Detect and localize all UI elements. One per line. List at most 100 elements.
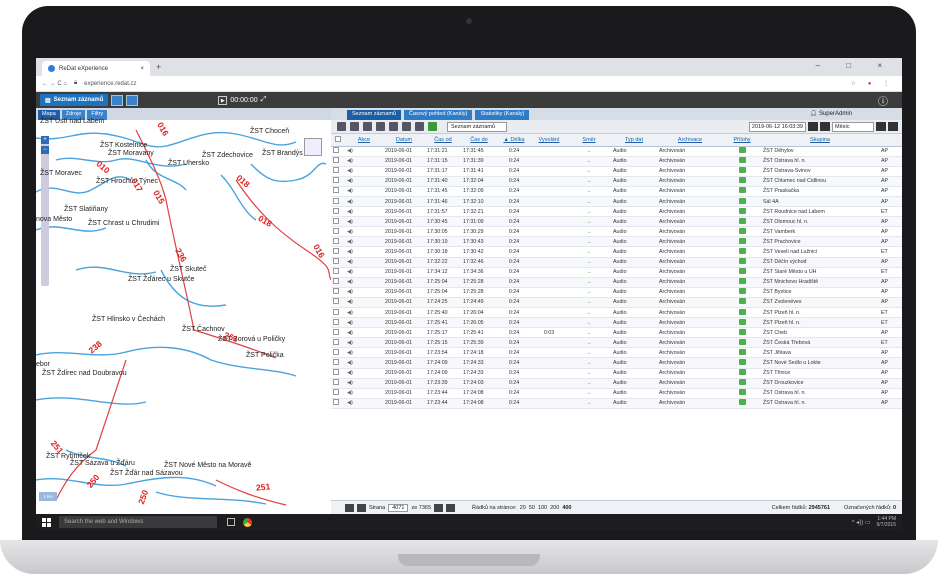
- table-row[interactable]: ◀) 2019-06-01 17:24:09 17:24:33 0:24 → Audio Ar…: [331, 368, 902, 379]
- row-checkbox[interactable]: [333, 379, 339, 386]
- table-row[interactable]: ◀) 2019-06-01 17:23:54 17:24:18 0:24 → Audio Ar…: [331, 347, 902, 359]
- attachment-icon[interactable]: [738, 147, 746, 154]
- select-all-checkbox[interactable]: [335, 135, 341, 142]
- cell-select[interactable]: [331, 357, 345, 369]
- cell-select[interactable]: [331, 378, 345, 389]
- taskbar-search[interactable]: Search the web and Windows: [59, 516, 217, 528]
- cell-select[interactable]: [331, 368, 345, 379]
- table-row[interactable]: ◀) 2019-06-01 17:31:57 17:32:21 0:24 → Audio Ar…: [331, 206, 902, 218]
- table-row[interactable]: ◀) 2019-06-01 17:25:04 17:25:28 0:24 → Audio Ar…: [331, 277, 902, 288]
- table-row[interactable]: ◀) 2019-06-01 17:32:22 17:32:46 0:24 → Audio Ar…: [331, 257, 902, 268]
- new-tab-button[interactable]: +: [156, 62, 161, 72]
- table-row[interactable]: ◀) 2019-06-01 17:31:45 17:32:09 0:24 → Audio Ar…: [331, 186, 902, 197]
- rows-option[interactable]: 200: [550, 505, 559, 511]
- cell-select[interactable]: [331, 297, 345, 309]
- cell-action[interactable]: ◀): [345, 216, 383, 228]
- table-row[interactable]: ◀) 2019-06-01 17:30:19 17:30:43 0:24 → Audio Ar…: [331, 236, 902, 248]
- table-row[interactable]: ◀) 2019-06-01 17:30:45 17:31:09 0:24 → Audio Ar…: [331, 216, 902, 228]
- prev-period-button[interactable]: [820, 121, 830, 131]
- cell-select[interactable]: [331, 317, 345, 329]
- print-icon[interactable]: [376, 122, 385, 131]
- attachment-icon[interactable]: [738, 278, 746, 285]
- next-page-button[interactable]: [434, 503, 444, 512]
- cell-action[interactable]: ◀): [345, 317, 383, 329]
- cell-select[interactable]: [331, 156, 345, 167]
- speaker-icon[interactable]: ◀): [347, 249, 353, 255]
- attachment-icon[interactable]: [738, 217, 746, 224]
- row-checkbox[interactable]: [333, 167, 339, 174]
- speaker-icon[interactable]: ◀): [347, 158, 353, 164]
- cell-action[interactable]: ◀): [345, 257, 383, 268]
- tab-close-icon[interactable]: ×: [140, 66, 144, 72]
- rows-option[interactable]: 50: [529, 505, 535, 511]
- attachment-icon[interactable]: [738, 338, 746, 345]
- speaker-icon[interactable]: ◀): [347, 219, 353, 225]
- cell-action[interactable]: ◀): [345, 327, 383, 339]
- attachment-icon[interactable]: [738, 328, 746, 335]
- cell-select[interactable]: [331, 327, 345, 339]
- table-row[interactable]: ◀) 2019-06-01 17:23:44 17:24:08 0:24 → Audio Ar…: [331, 398, 902, 409]
- row-checkbox[interactable]: [333, 328, 339, 335]
- table-row[interactable]: ◀) 2019-06-01 17:31:21 17:31:45 0:24 → Audio Ar…: [331, 146, 902, 157]
- cell-select[interactable]: [331, 146, 345, 157]
- cell-action[interactable]: ◀): [345, 166, 383, 177]
- map-canvas[interactable]: + − 1 km ŽST Ústí nad Labem ŽST Choceň Ž…: [36, 118, 331, 514]
- attachment-icon[interactable]: [738, 167, 746, 174]
- cell-action[interactable]: ◀): [345, 388, 383, 399]
- nav-buttons[interactable]: ← → C ⌂: [42, 81, 67, 87]
- speaker-icon[interactable]: ◀): [347, 199, 353, 205]
- col-header[interactable]: Směr: [567, 134, 611, 147]
- col-header[interactable]: Archivace: [657, 134, 723, 147]
- mail-icon[interactable]: [402, 122, 411, 131]
- row-checkbox[interactable]: [333, 318, 339, 325]
- speaker-icon[interactable]: ◀): [347, 239, 353, 245]
- speaker-icon[interactable]: ◀): [347, 360, 353, 366]
- table-row[interactable]: ◀) 2019-06-01 17:25:40 17:26:04 0:24 ← Audio Ar…: [331, 307, 902, 319]
- row-checkbox[interactable]: [333, 207, 339, 214]
- calendar-icon[interactable]: [808, 121, 818, 131]
- download-icon[interactable]: [389, 122, 398, 131]
- col-header[interactable]: Vyvolání: [531, 134, 567, 147]
- windows-start-icon[interactable]: [42, 517, 51, 527]
- attachment-icon[interactable]: [738, 318, 746, 325]
- table-row[interactable]: ◀) 2019-06-01 17:30:18 17:30:42 0:24 ← Audio Ar…: [331, 246, 902, 258]
- col-header[interactable]: Přílohy: [723, 134, 761, 147]
- table-row[interactable]: ◀) 2019-06-01 17:24:25 17:24:49 0:24 → Audio Ar…: [331, 297, 902, 309]
- cell-select[interactable]: [331, 398, 345, 409]
- rows-option[interactable]: 100: [538, 505, 547, 511]
- row-checkbox[interactable]: [333, 369, 339, 376]
- cell-select[interactable]: [331, 307, 345, 319]
- attachment-icon[interactable]: [738, 288, 746, 295]
- cell-action[interactable]: ◀): [345, 337, 383, 349]
- tab-timeline[interactable]: Časový pohled (Kanály): [404, 110, 473, 120]
- play-icon[interactable]: ▶: [218, 95, 228, 105]
- row-checkbox[interactable]: [333, 197, 339, 204]
- cell-select[interactable]: [331, 246, 345, 258]
- next-period-button[interactable]: [876, 121, 886, 131]
- speaker-icon[interactable]: ◀): [347, 370, 353, 376]
- cell-action[interactable]: ◀): [345, 196, 383, 208]
- row-checkbox[interactable]: [333, 389, 339, 396]
- col-select[interactable]: [331, 134, 345, 147]
- speaker-icon[interactable]: ◀): [347, 269, 353, 275]
- table-row[interactable]: ◀) 2019-06-01 17:25:17 17:25:41 0:24 0:03 ← Aud…: [331, 327, 902, 339]
- row-checkbox[interactable]: [333, 177, 339, 184]
- attachment-icon[interactable]: [738, 379, 746, 386]
- cell-select[interactable]: [331, 277, 345, 288]
- col-header[interactable]: Skupina: [761, 134, 879, 147]
- table-row[interactable]: ◀) 2019-06-01 17:24:09 17:24:33 0:24 → Audio Ar…: [331, 357, 902, 369]
- speaker-icon[interactable]: ◀): [347, 350, 353, 356]
- cell-action[interactable]: ◀): [345, 277, 383, 288]
- cell-action[interactable]: ◀): [345, 156, 383, 167]
- attachment-icon[interactable]: [738, 359, 746, 366]
- cell-select[interactable]: [331, 226, 345, 238]
- attachment-icon[interactable]: [738, 207, 746, 214]
- table-row[interactable]: ◀) 2019-06-01 17:31:46 17:32:10 0:24 ← Audio Ar…: [331, 196, 902, 208]
- row-checkbox[interactable]: [333, 258, 339, 265]
- cell-select[interactable]: [331, 206, 345, 218]
- page-input[interactable]: 4071: [388, 503, 409, 512]
- tab-statistics[interactable]: Statistiky (Kanály): [475, 110, 530, 120]
- layout-icon[interactable]: [126, 94, 139, 106]
- first-page-button[interactable]: [345, 503, 354, 512]
- col-header[interactable]: Typ dat: [611, 134, 657, 147]
